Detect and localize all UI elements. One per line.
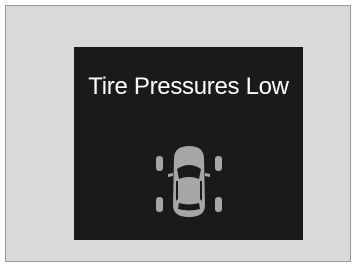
mirror-right-icon xyxy=(205,173,210,177)
tire-rear-right-icon xyxy=(215,197,222,212)
page-frame: Tire Pressures Low xyxy=(5,5,351,262)
side-window-right-icon xyxy=(200,181,202,201)
tire-front-left-icon xyxy=(156,156,163,171)
mirror-left-icon xyxy=(168,173,173,177)
car-top-view-tires-icon xyxy=(156,146,222,217)
instrument-display: Tire Pressures Low xyxy=(74,47,303,240)
windshield-icon xyxy=(177,165,201,179)
tire-rear-left-icon xyxy=(156,197,163,212)
tire-front-right-icon xyxy=(215,156,222,171)
side-window-left-icon xyxy=(176,181,178,201)
warning-message: Tire Pressures Low xyxy=(88,73,289,100)
